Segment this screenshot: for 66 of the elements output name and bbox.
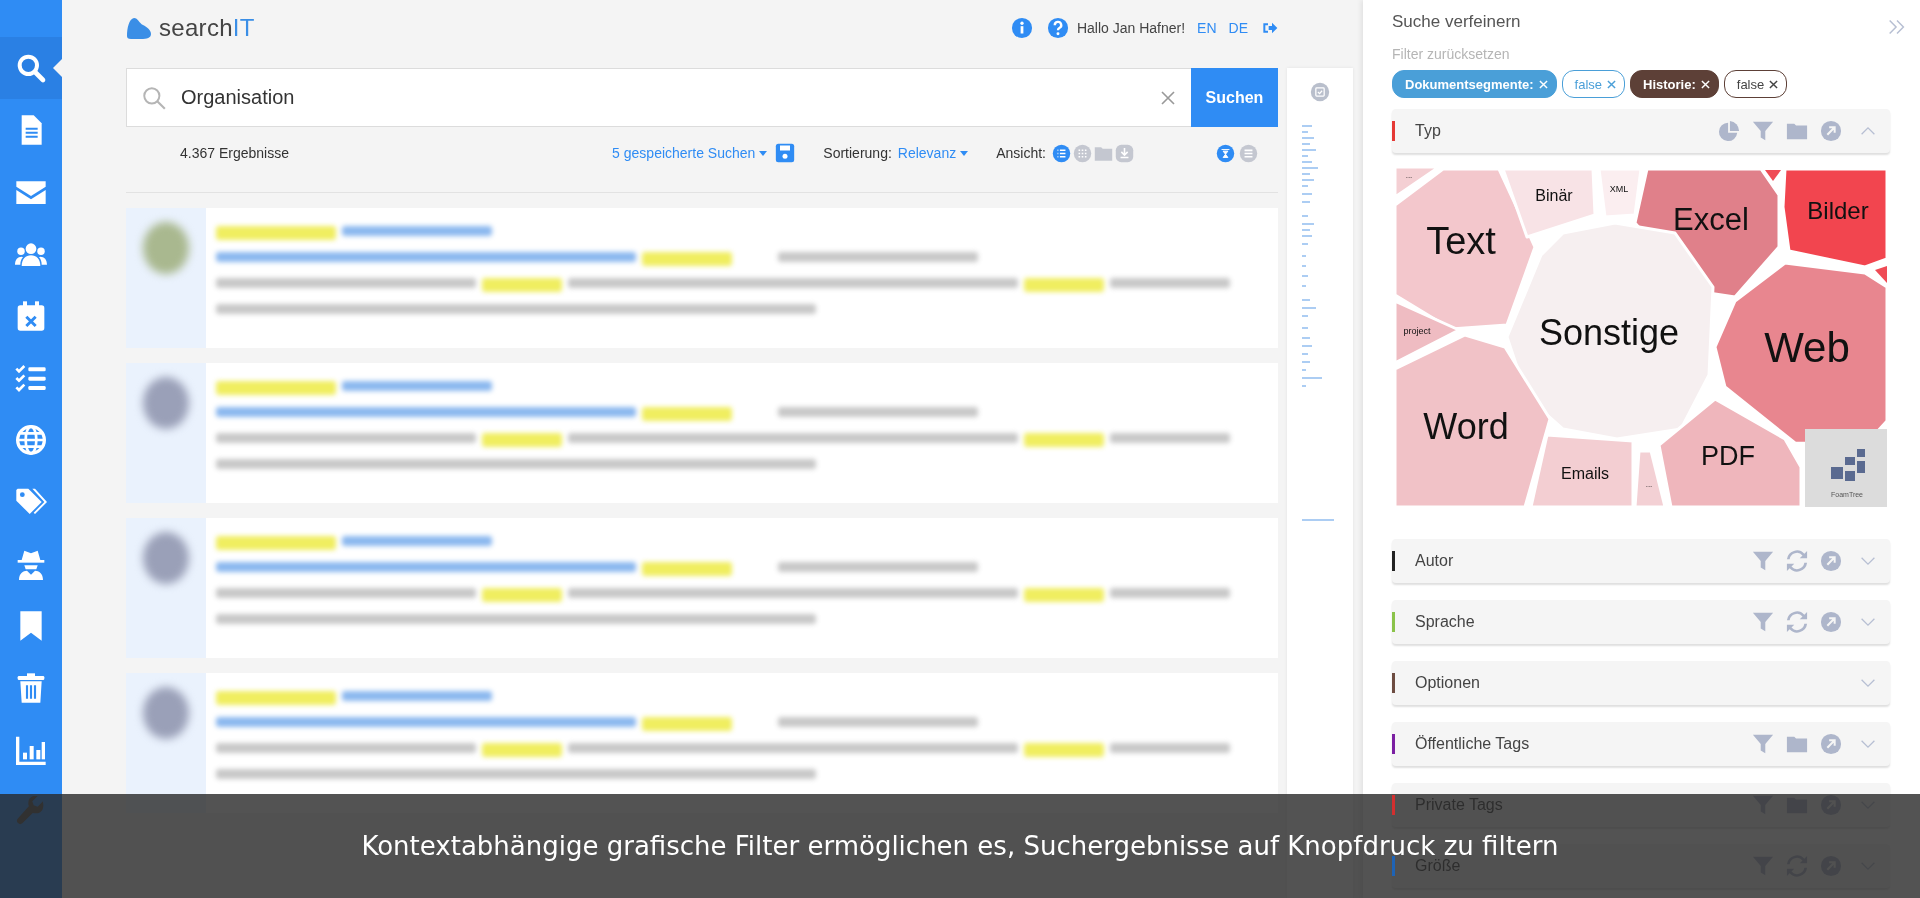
facet-header[interactable]: Sprache: [1392, 600, 1890, 644]
sidebar-item[interactable]: [0, 37, 62, 99]
facet-title: Optionen: [1415, 674, 1480, 692]
list-view-icon[interactable]: [1052, 143, 1071, 163]
logo-text: searchIT: [159, 14, 255, 42]
facet-title: Typ: [1415, 122, 1441, 140]
filter-chip[interactable]: false: [1723, 70, 1788, 98]
search-icon: [15, 52, 47, 84]
refresh-icon[interactable]: [1786, 611, 1808, 633]
calendar-icon: [15, 300, 47, 332]
view-label: Ansicht:: [996, 145, 1046, 161]
grid-view-icon[interactable]: [1073, 143, 1092, 163]
filter-icon[interactable]: [1752, 611, 1774, 633]
facet-title: Sprache: [1415, 613, 1475, 631]
logo-icon: [125, 16, 153, 40]
treemap-cell[interactable]: [1875, 266, 1887, 283]
clear-icon[interactable]: [1159, 88, 1177, 107]
filter-icon[interactable]: [1752, 550, 1774, 572]
pie-chart-icon[interactable]: [1718, 120, 1740, 142]
close-icon: [1700, 79, 1710, 89]
greeting-text: Hallo Jan Hafner!: [1076, 20, 1186, 36]
logout-icon[interactable]: [1262, 20, 1278, 36]
arrow-circle-icon[interactable]: [1820, 120, 1842, 142]
chevron-down-icon[interactable]: [1860, 617, 1876, 627]
arrow-circle-icon[interactable]: [1820, 611, 1842, 633]
layers-icon[interactable]: [1239, 143, 1258, 163]
facet-header[interactable]: Typ: [1392, 109, 1890, 153]
close-icon: [1538, 79, 1548, 89]
facet-title: Autor: [1415, 552, 1454, 570]
search-field[interactable]: Organisation: [126, 68, 1191, 127]
facet-title: Öffentliche Tags: [1415, 735, 1530, 753]
treemap-cell[interactable]: Bilder: [1781, 167, 1889, 269]
close-icon: [1607, 79, 1617, 89]
collapse-icon[interactable]: [1216, 143, 1235, 163]
save-icon[interactable]: [775, 143, 796, 163]
bar-chart-icon: [15, 734, 47, 766]
close-icon: [1769, 79, 1779, 89]
panel-title: Suche verfeinern: [1392, 12, 1521, 33]
checklist-icon: [15, 362, 47, 394]
facet-header[interactable]: Optionen: [1392, 661, 1890, 705]
chevron-up-icon[interactable]: [1860, 126, 1876, 136]
caret-icon: [960, 150, 969, 156]
chevron-down-icon[interactable]: [1860, 556, 1876, 566]
caption-text: Kontextabhängige grafische Filter ermöglichen es, Suchergebnisse auf Knopfdruck zu filtern: [361, 831, 1559, 861]
calendar-icon[interactable]: [1310, 82, 1330, 102]
filter-icon[interactable]: [1752, 733, 1774, 755]
download-icon[interactable]: [1115, 143, 1134, 163]
help-icon[interactable]: [1046, 17, 1069, 39]
facet-header[interactable]: Autor: [1392, 539, 1890, 583]
arrow-circle-icon[interactable]: [1820, 733, 1842, 755]
result-count: 4.367 Ergebnisse: [180, 145, 289, 161]
filter-chip[interactable]: Historie:: [1630, 70, 1719, 98]
chevron-down-icon[interactable]: [1860, 678, 1876, 688]
trash-icon: [15, 672, 47, 704]
refresh-icon[interactable]: [1786, 550, 1808, 572]
caret-icon: [759, 150, 768, 156]
treemap-cell[interactable]: [1765, 170, 1781, 181]
spy-icon: [15, 548, 47, 580]
facet-header[interactable]: Öffentliche Tags: [1392, 722, 1890, 766]
sort-label: Sortierung:: [823, 145, 892, 161]
chevron-down-icon[interactable]: [1860, 739, 1876, 749]
arrow-circle-icon[interactable]: [1820, 550, 1842, 572]
filter-icon[interactable]: [1752, 120, 1774, 142]
info-icon[interactable]: [1010, 17, 1033, 39]
search-icon: [141, 84, 167, 111]
globe-icon: [15, 424, 47, 456]
